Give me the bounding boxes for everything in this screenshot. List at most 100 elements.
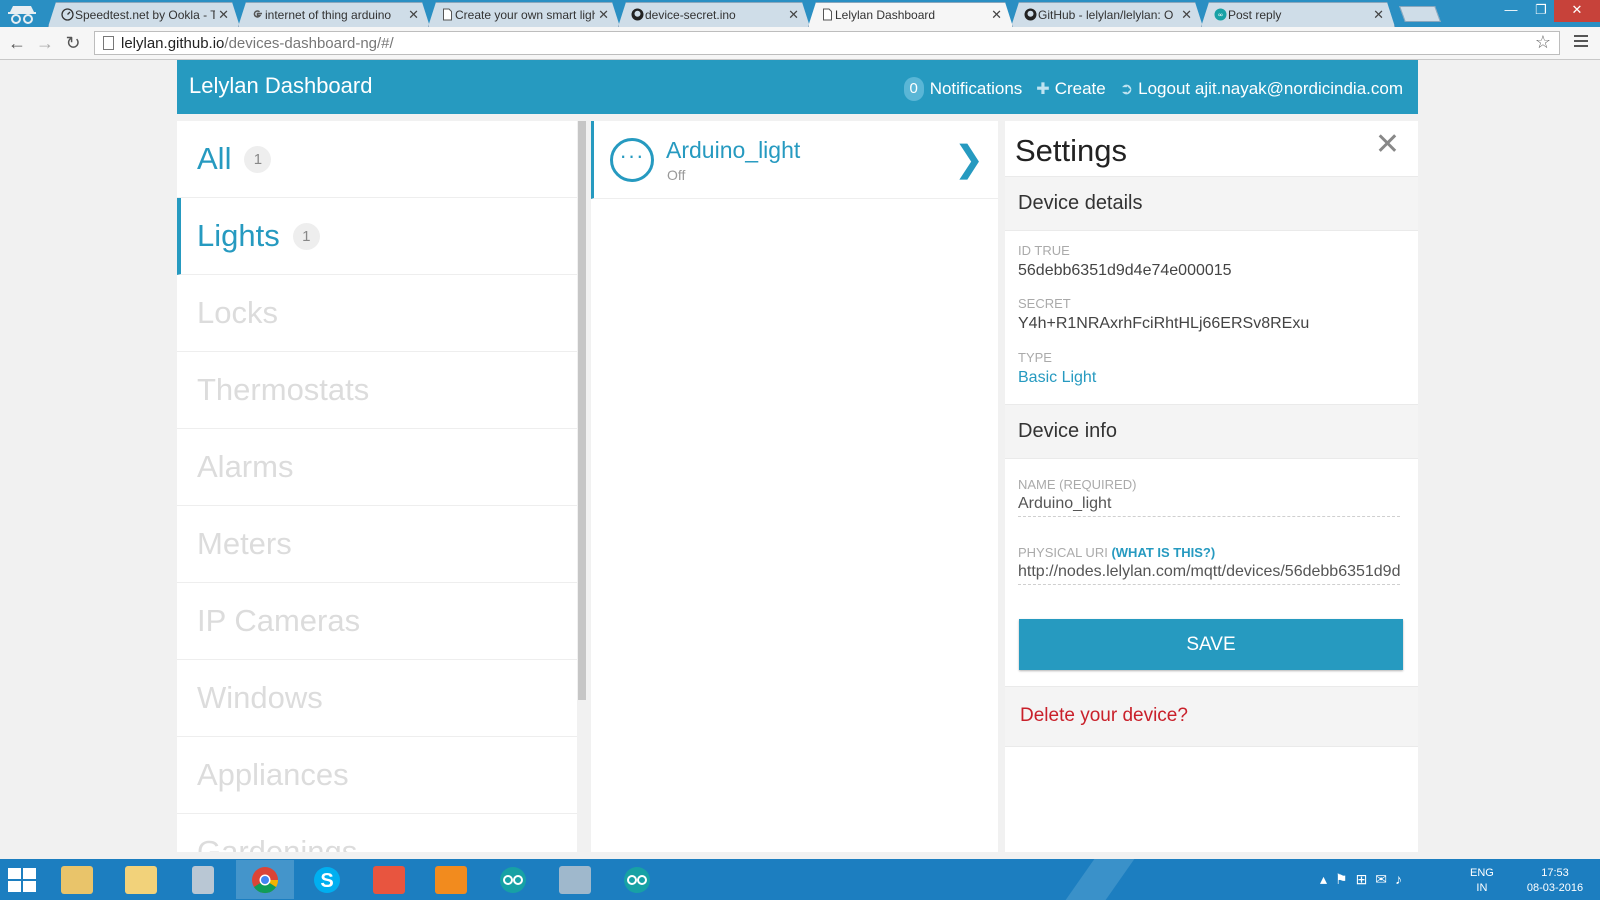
tab-close-icon[interactable]: ✕ [991, 3, 1002, 27]
browser-tab[interactable]: internet of thing arduino ✕ [238, 2, 430, 27]
settings-panel: Settings ✕ Device details ID TRUE 56debb… [1005, 121, 1418, 852]
arduino-icon: ∞ [1214, 8, 1227, 21]
device-status: Off [667, 167, 686, 183]
browser-tab[interactable]: Speedtest.net by Ookla - T ✕ [48, 2, 240, 27]
device-row[interactable]: ··· Arduino_light Off ❯ [591, 121, 998, 199]
id-label: ID TRUE [1018, 243, 1070, 258]
clock[interactable]: 17:53 08-03-2016 [1520, 866, 1590, 896]
category-item-alarms[interactable]: Alarms [177, 429, 577, 506]
uri-label-text: PHYSICAL URI [1018, 545, 1108, 560]
incognito-icon [8, 6, 36, 24]
browser-tab[interactable]: Create your own smart ligh ✕ [428, 2, 620, 27]
taskbar-app[interactable] [484, 860, 542, 899]
taskbar-app[interactable] [48, 860, 106, 899]
app-title[interactable]: Lelylan Dashboard [189, 73, 372, 99]
new-tab-button[interactable] [1399, 6, 1441, 22]
network-app-icon [559, 866, 591, 894]
clock-time: 17:53 [1541, 867, 1569, 879]
tab-close-icon[interactable]: ✕ [598, 3, 609, 27]
taskbar-app[interactable] [174, 860, 232, 899]
category-item-windows[interactable]: Windows [177, 660, 577, 737]
type-link[interactable]: Basic Light [1018, 369, 1096, 387]
category-item-gardenings[interactable]: Gardenings [177, 814, 577, 852]
language-indicator[interactable]: ENG IN [1470, 866, 1494, 896]
save-button[interactable]: SAVE [1019, 619, 1403, 670]
taskbar-app[interactable] [236, 860, 294, 899]
taskbar-app[interactable] [546, 860, 604, 899]
notifications-count-badge: 0 [903, 77, 924, 101]
notifications-link[interactable]: 0 Notifications [903, 77, 1022, 101]
taskbar-app[interactable] [112, 860, 170, 899]
delete-device-link[interactable]: Delete your device? [1020, 705, 1188, 727]
address-bar[interactable]: lelylan.github.io/devices-dashboard-ng/#… [94, 31, 1560, 55]
what-is-this-link[interactable]: (WHAT IS THIS?) [1111, 545, 1215, 560]
bookmark-star-icon[interactable]: ☆ [1535, 32, 1551, 53]
svg-text:S: S [320, 870, 333, 892]
browser-tab-strip: Speedtest.net by Ookla - T ✕ internet of… [0, 0, 1600, 27]
file-explorer-icon [61, 866, 93, 894]
category-label: All [197, 141, 232, 176]
tab-label: device-secret.ino [645, 8, 736, 22]
tab-label: internet of thing arduino [265, 8, 392, 22]
category-label: Appliances [197, 757, 349, 792]
browser-tab[interactable]: GitHub - lelylan/lelylan: O ✕ [1011, 2, 1203, 27]
category-item-appliances[interactable]: Appliances [177, 737, 577, 814]
tab-close-icon[interactable]: ✕ [1373, 3, 1384, 27]
taskbar-app[interactable]: S [298, 860, 356, 899]
logout-label: Logout ajit.nayak@nordicindia.com [1138, 79, 1403, 98]
browser-tab[interactable]: device-secret.ino ✕ [618, 2, 810, 27]
category-label: IP Cameras [197, 603, 361, 638]
browser-tab[interactable]: ∞ Post reply ✕ [1201, 2, 1395, 27]
minimize-icon[interactable]: — [1496, 0, 1526, 22]
browser-menu-icon[interactable] [1574, 35, 1588, 50]
tray-icons[interactable]: ▴⚑⊞✉♪ [1320, 871, 1410, 888]
skype-icon: S [314, 867, 340, 893]
category-item-ip-cameras[interactable]: IP Cameras [177, 583, 577, 660]
category-item-lights[interactable]: Lights 1 [177, 198, 577, 275]
speedtest-icon [61, 8, 74, 21]
category-item-all[interactable]: All 1 [177, 121, 577, 198]
secret-value: Y4h+R1NRAxrhFciRhtHLj66ERSv8RExu [1018, 315, 1310, 332]
browser-tab-active[interactable]: Lelylan Dashboard ✕ [808, 2, 1013, 27]
tab-close-icon[interactable]: ✕ [218, 3, 229, 27]
taskbar-app[interactable] [422, 860, 480, 899]
chevron-right-icon[interactable]: ❯ [954, 138, 984, 180]
reload-icon[interactable]: ↻ [62, 33, 84, 55]
close-icon[interactable]: ✕ [1375, 127, 1400, 162]
category-count-badge: 1 [292, 222, 320, 250]
category-count-badge: 1 [244, 145, 272, 173]
category-label: Lights [197, 218, 280, 253]
language-region: IN [1476, 882, 1488, 894]
tab-close-icon[interactable]: ✕ [1181, 3, 1192, 27]
name-field[interactable] [1018, 491, 1400, 517]
device-list: ··· Arduino_light Off ❯ [591, 121, 998, 852]
device-status-icon[interactable]: ··· [610, 138, 654, 182]
tab-close-icon[interactable]: ✕ [788, 3, 799, 27]
category-scrollbar[interactable] [578, 121, 586, 700]
github-icon [631, 8, 644, 21]
windows-start-icon[interactable] [8, 868, 38, 893]
taskbar-decoration [1065, 859, 1135, 900]
category-item-thermostats[interactable]: Thermostats [177, 352, 577, 429]
category-item-locks[interactable]: Locks [177, 275, 577, 352]
logout-link[interactable]: ➲ Logout ajit.nayak@nordicindia.com [1120, 79, 1403, 99]
pdf-icon [435, 866, 467, 894]
tab-close-icon[interactable]: ✕ [408, 3, 419, 27]
page-icon [103, 36, 114, 50]
restore-icon[interactable]: ❐ [1526, 0, 1556, 22]
physical-uri-field[interactable] [1018, 559, 1400, 585]
create-link[interactable]: ✚ Create [1036, 79, 1105, 99]
forward-icon[interactable]: → [34, 33, 56, 55]
taskbar-app[interactable] [360, 860, 418, 899]
tab-label: GitHub - lelylan/lelylan: O [1038, 8, 1174, 22]
device-name: Arduino_light [666, 137, 801, 163]
back-icon[interactable]: ← [6, 33, 28, 55]
window-close-icon[interactable]: ✕ [1554, 0, 1600, 22]
device-info-heading: Device info [1005, 404, 1418, 459]
taskbar-app[interactable] [608, 860, 666, 899]
name-label: NAME (REQUIRED) [1018, 477, 1137, 492]
clock-date: 08-03-2016 [1526, 882, 1584, 894]
tab-label: Lelylan Dashboard [835, 8, 936, 22]
category-item-meters[interactable]: Meters [177, 506, 577, 583]
id-value: 56debb6351d9d4e74e000015 [1018, 262, 1232, 279]
